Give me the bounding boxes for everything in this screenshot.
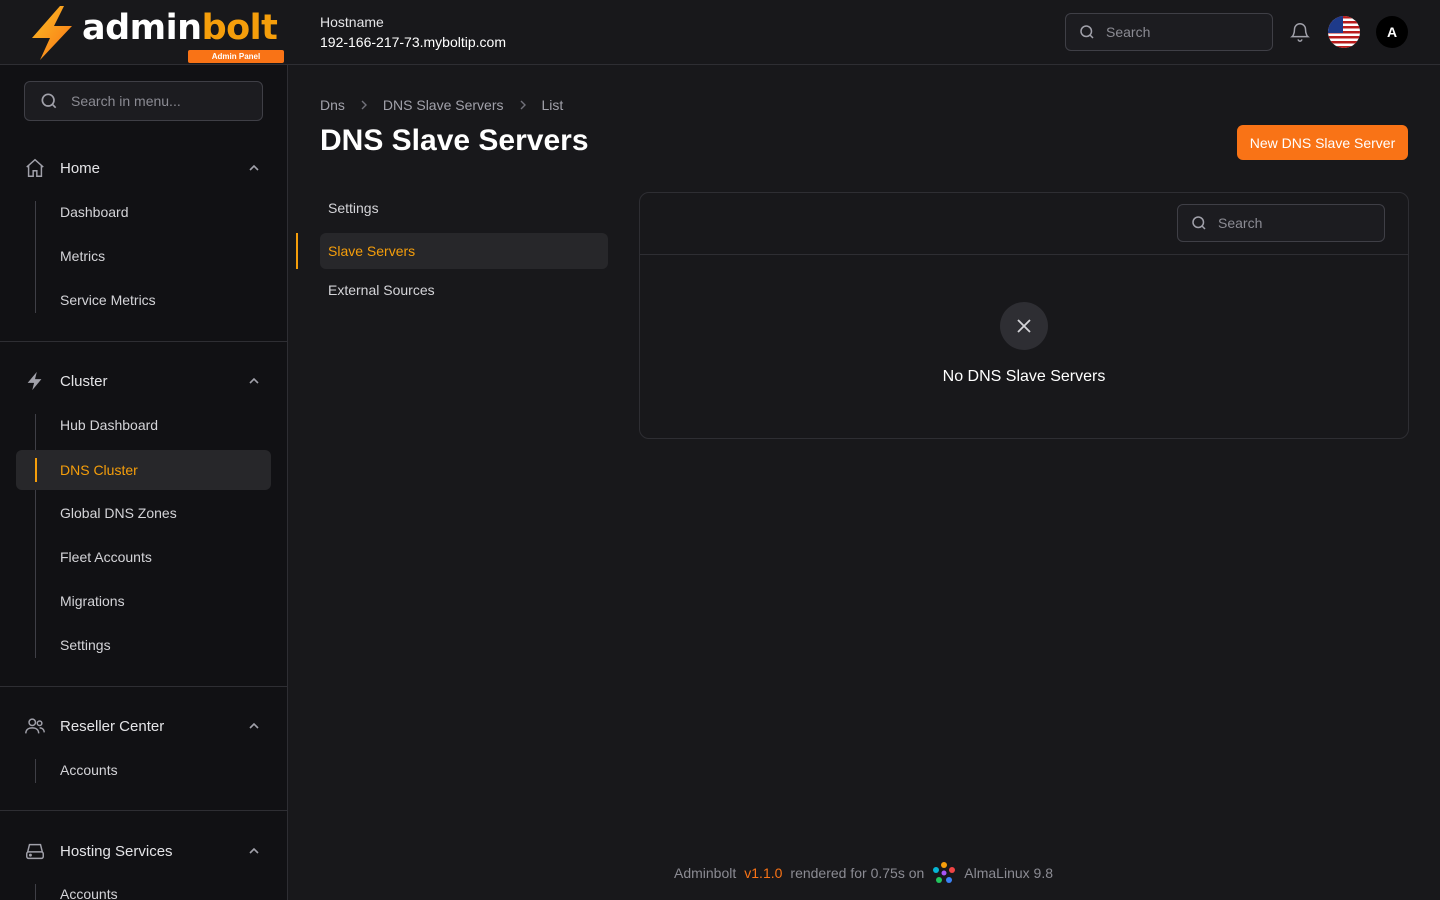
users-icon xyxy=(25,718,45,734)
brand-name: adminbolt xyxy=(82,8,278,48)
sidebar-item-metrics[interactable]: Metrics xyxy=(16,236,271,276)
sidebar-divider xyxy=(0,686,287,687)
chevron-up-icon[interactable] xyxy=(248,845,260,857)
footer-app: Adminbolt xyxy=(674,865,737,881)
sidebar-group-label: Reseller Center xyxy=(60,717,165,735)
bolt-logo-icon xyxy=(32,6,72,60)
chevron-right-icon xyxy=(520,100,526,110)
search-icon xyxy=(1080,25,1094,39)
subnav-label: Slave Servers xyxy=(328,243,416,259)
sidebar-item-label: Migrations xyxy=(60,593,125,609)
top-bar: adminbolt Admin Panel Hostname 192-166-2… xyxy=(0,0,1440,65)
sidebar-item-migrations[interactable]: Migrations xyxy=(16,581,271,621)
chevron-right-icon xyxy=(361,100,367,110)
footer-version: v1.1.0 xyxy=(744,865,783,881)
sidebar-group-cluster[interactable]: Cluster xyxy=(24,369,264,393)
sidebar-item-hub-dashboard[interactable]: Hub Dashboard xyxy=(16,405,271,445)
table-search-input[interactable] xyxy=(1218,215,1368,231)
brand-tagline: Admin Panel xyxy=(188,50,284,63)
hostname-value: 192-166-217-73.myboltip.com xyxy=(320,34,506,50)
table-header xyxy=(640,193,1408,255)
sidebar-group-label: Hosting Services xyxy=(60,842,173,860)
avatar[interactable]: A xyxy=(1376,16,1408,48)
global-search-input[interactable] xyxy=(1106,24,1256,40)
sidebar-item-label: Dashboard xyxy=(60,204,129,220)
global-search[interactable] xyxy=(1065,13,1273,51)
sidebar-divider xyxy=(0,810,287,811)
footer-rendered: rendered for 0.75s on xyxy=(790,865,925,881)
breadcrumb-item-dns-slave-servers[interactable]: DNS Slave Servers xyxy=(383,97,504,113)
hostname-block: Hostname 192-166-217-73.myboltip.com xyxy=(320,12,506,52)
chevron-up-icon[interactable] xyxy=(248,375,260,387)
breadcrumb: Dns DNS Slave Servers List xyxy=(320,97,563,113)
almalinux-logo-icon xyxy=(933,862,956,883)
sidebar-item-service-metrics[interactable]: Service Metrics xyxy=(16,280,271,320)
page-title: DNS Slave Servers xyxy=(320,124,589,157)
subnav-slave-servers[interactable]: Slave Servers xyxy=(296,233,608,269)
menu-search-input[interactable] xyxy=(71,93,221,109)
sidebar-group-reseller-center[interactable]: Reseller Center xyxy=(24,714,264,738)
us-flag-icon[interactable] xyxy=(1328,16,1360,48)
empty-state-icon xyxy=(1000,302,1048,350)
subnav-label: Settings xyxy=(328,200,379,216)
logo[interactable]: adminbolt Admin Panel xyxy=(30,6,284,63)
sidebar-item-label: Settings xyxy=(60,637,111,653)
sidebar-item-reseller-accounts[interactable]: Accounts xyxy=(16,750,271,790)
sidebar-item-label: Global DNS Zones xyxy=(60,505,177,521)
empty-state-message: No DNS Slave Servers xyxy=(942,368,1106,385)
chevron-up-icon[interactable] xyxy=(248,162,260,174)
subnav-label: External Sources xyxy=(328,282,435,298)
close-icon xyxy=(1017,319,1031,333)
sidebar-item-hosting-accounts[interactable]: Accounts xyxy=(16,874,271,900)
sidebar-item-label: DNS Cluster xyxy=(60,462,138,478)
sidebar-group-home[interactable]: Home xyxy=(24,156,264,180)
home-icon xyxy=(26,158,44,177)
breadcrumb-item-list: List xyxy=(541,97,564,113)
menu-search[interactable] xyxy=(24,81,263,121)
sidebar-item-fleet-accounts[interactable]: Fleet Accounts xyxy=(16,537,271,577)
sidebar-group-label: Cluster xyxy=(60,372,108,390)
subnav-external-sources[interactable]: External Sources xyxy=(320,272,608,308)
hostname-label: Hostname xyxy=(320,14,384,30)
breadcrumb-item-dns[interactable]: Dns xyxy=(320,97,345,113)
sidebar-item-label: Accounts xyxy=(60,886,118,900)
sidebar-item-label: Service Metrics xyxy=(60,292,156,308)
slave-servers-table: No DNS Slave Servers xyxy=(639,192,1409,439)
sidebar-item-label: Hub Dashboard xyxy=(60,417,159,433)
table-search[interactable] xyxy=(1177,204,1385,242)
footer: Adminbolt v1.1.0 rendered for 0.75s on A… xyxy=(674,861,1053,885)
search-icon xyxy=(1192,216,1206,230)
footer-os: AlmaLinux 9.8 xyxy=(964,865,1053,881)
sidebar-item-label: Metrics xyxy=(60,248,106,264)
bolt-icon xyxy=(27,371,42,391)
sidebar-item-label: Accounts xyxy=(60,762,118,778)
subnav-settings[interactable]: Settings xyxy=(320,190,608,226)
bell-icon[interactable] xyxy=(1289,21,1311,43)
sidebar-item-global-dns-zones[interactable]: Global DNS Zones xyxy=(16,493,271,533)
sidebar-item-dashboard[interactable]: Dashboard xyxy=(16,192,271,232)
sidebar-item-settings[interactable]: Settings xyxy=(16,625,271,665)
chevron-up-icon[interactable] xyxy=(248,720,260,732)
sidebar-group-label: Home xyxy=(60,159,101,177)
server-icon xyxy=(26,843,44,860)
sidebar: Home Dashboard Metrics Service Metrics C… xyxy=(0,65,288,900)
sidebar-group-hosting-services[interactable]: Hosting Services xyxy=(24,839,264,863)
search-icon xyxy=(41,93,57,109)
sidebar-item-dns-cluster[interactable]: DNS Cluster xyxy=(16,450,271,490)
sidebar-item-label: Fleet Accounts xyxy=(60,549,152,565)
sidebar-divider xyxy=(0,341,287,342)
new-dns-slave-server-button[interactable]: New DNS Slave Server xyxy=(1237,125,1408,160)
